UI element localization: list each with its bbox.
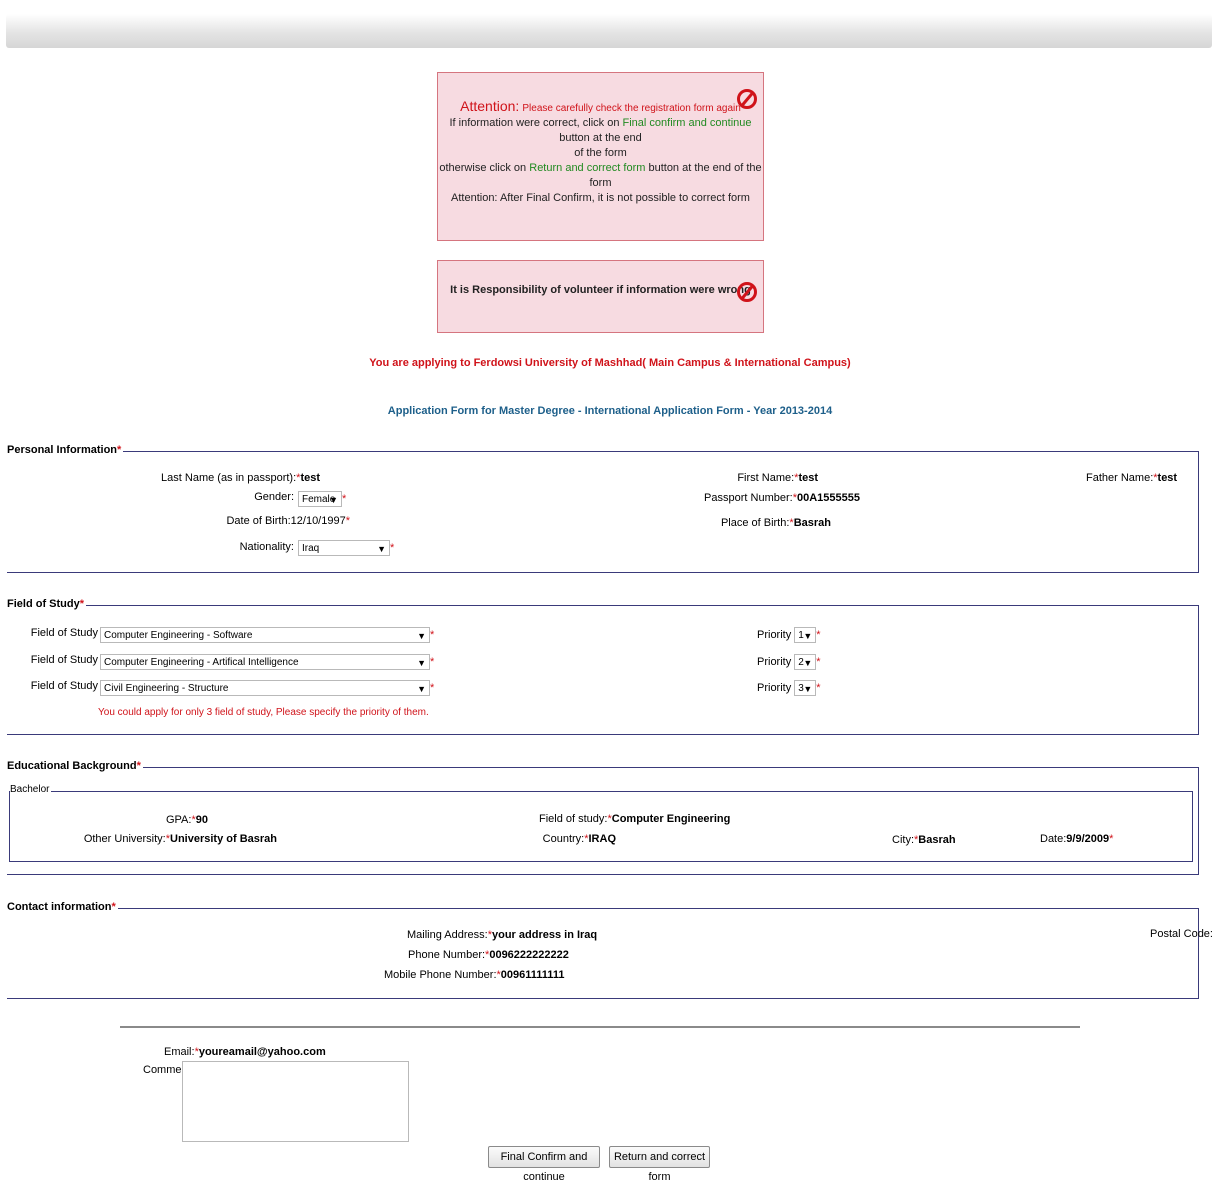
country-value: IRAQ (588, 833, 617, 845)
gpa-row: GPA:*90 (165, 814, 208, 826)
responsibility-box: It is Responsibility of volunteer if inf… (437, 260, 764, 333)
field-of-study-select[interactable]: Computer Engineering - Artifical Intelli… (100, 654, 430, 670)
field-of-study-row: Civil Engineering - Structure ▼ * (100, 680, 434, 696)
no-entry-icon (737, 89, 757, 109)
contact-legend: Contact information* (7, 901, 118, 913)
field-of-study-row: Computer Engineering - Artifical Intelli… (100, 654, 434, 670)
attention-head: Attention: (460, 98, 520, 114)
first-name-row: First Name:*test (737, 472, 818, 484)
field-of-study-select[interactable]: Computer Engineering - Software ▼ (100, 627, 430, 643)
university-value: University of Basrah (170, 833, 277, 845)
date-value: 9/9/2009 (1066, 833, 1110, 845)
first-name-value: test (798, 472, 818, 484)
gender-select[interactable]: Female ▼ (298, 491, 342, 507)
final-confirm-button[interactable]: Final Confirm and continue (488, 1146, 600, 1183)
phone-value: 0096222222222 (489, 949, 569, 961)
priority-select[interactable]: 3 ▼ (794, 680, 817, 696)
attention-box: Attention: Please carefully check the re… (437, 72, 764, 241)
attention-line5: Attention: After Final Confirm, it is no… (451, 192, 750, 204)
priority-row: Priority 1 ▼ * (757, 627, 821, 643)
gender-row: Female ▼ * (298, 491, 346, 507)
field-of-study-row: Computer Engineering - Software ▼ * (100, 627, 434, 643)
attention-line2-link: Final confirm and continue (622, 117, 752, 129)
attention-head-msg: Please carefully check the registration … (522, 103, 741, 114)
attention-line4-a: otherwise click on (439, 162, 527, 174)
email-value: youreamail@yahoo.com (198, 1046, 326, 1058)
field-of-study-label: Field of Study (30, 627, 98, 639)
browser-toolbar (6, 14, 1212, 48)
mailing-value: your address in Iraq (492, 929, 598, 941)
edu-field-value: Computer Engineering (611, 813, 731, 825)
attention-line2: If information were correct, click on Fi… (438, 116, 763, 146)
attention-line3: of the form (574, 147, 627, 159)
nationality-select[interactable]: Iraq ▼ (298, 540, 390, 556)
father-name-row: Father Name:*test (1086, 472, 1178, 484)
university-row: Other University:*University of Basrah (83, 833, 277, 845)
passport-value: 00A1555555 (796, 492, 860, 504)
gender-label: Gender: (254, 491, 294, 503)
attention-line2-b: button at the end (559, 132, 642, 144)
phone-row: Phone Number:*0096222222222 (408, 949, 569, 961)
pob-row: Place of Birth:*Basrah (720, 517, 831, 529)
passport-row: Passport Number:*00A1555555 (704, 492, 860, 504)
mobile-value: 00961111111 (500, 969, 565, 981)
email-row: Email:*youreamail@yahoo.com (164, 1046, 326, 1058)
form-title: Application Form for Master Degree - Int… (387, 405, 833, 417)
applying-text: You are applying to Ferdowsi University … (369, 357, 851, 369)
comments-textarea[interactable] (182, 1061, 409, 1142)
responsibility-text: It is Responsibility of volunteer if inf… (450, 284, 751, 296)
bachelor-fieldset: Bachelor (9, 784, 1193, 862)
personal-info-legend: Personal Information* (7, 444, 124, 456)
field-of-study-select[interactable]: Civil Engineering - Structure ▼ (100, 680, 430, 696)
attention-line4: otherwise click on Return and correct fo… (438, 161, 763, 191)
priority-row: Priority 3 ▼ * (757, 680, 821, 696)
field-of-study-legend: Field of Study* (7, 598, 87, 610)
mobile-row: Mobile Phone Number:*00961111111 (384, 969, 565, 981)
bachelor-legend: Bachelor (10, 784, 52, 795)
postal-label: Postal Code: (1150, 928, 1213, 940)
priority-select[interactable]: 2 ▼ (794, 654, 817, 670)
nationality-label: Nationality: (239, 541, 294, 553)
attention-heading-line: Attention: Please carefully check the re… (438, 99, 763, 116)
country-row: Country:*IRAQ (542, 833, 617, 845)
date-row: Date:9/9/2009* (1040, 833, 1114, 845)
priority-row: Priority 2 ▼ * (757, 654, 821, 670)
father-name-value: test (1157, 472, 1178, 484)
last-name-row: Last Name (as in passport):*test (161, 472, 320, 484)
edu-field-row: Field of study:*Computer Engineering (539, 813, 731, 825)
dob-row: Date of Birth:12/10/1997* (226, 515, 350, 527)
city-row: City:*Basrah (892, 834, 956, 846)
field-of-study-label: Field of Study (30, 654, 98, 666)
last-name-value: test (300, 472, 320, 484)
attention-line4-link: Return and correct form (529, 162, 646, 174)
pob-value: Basrah (793, 517, 831, 529)
personal-info-fieldset: Personal Information* (7, 444, 1199, 573)
no-entry-icon (737, 282, 757, 302)
mailing-row: Mailing Address:*your address in Iraq (407, 929, 598, 941)
study-note: You could apply for only 3 field of stud… (98, 707, 429, 718)
priority-select[interactable]: 1 ▼ (794, 627, 817, 643)
gpa-value: 90 (195, 814, 208, 826)
field-of-study-label: Field of Study (30, 680, 98, 692)
attention-line2-a: If information were correct, click on (449, 117, 620, 129)
dob-value: 12/10/1997 (290, 515, 346, 527)
return-correct-button[interactable]: Return and correct form (609, 1146, 710, 1183)
education-legend: Educational Background* (7, 760, 143, 772)
divider (120, 1026, 1080, 1028)
contact-fieldset: Contact information* (7, 901, 1199, 999)
nationality-row: Iraq ▼ * (298, 540, 394, 556)
city-value: Basrah (918, 834, 956, 846)
